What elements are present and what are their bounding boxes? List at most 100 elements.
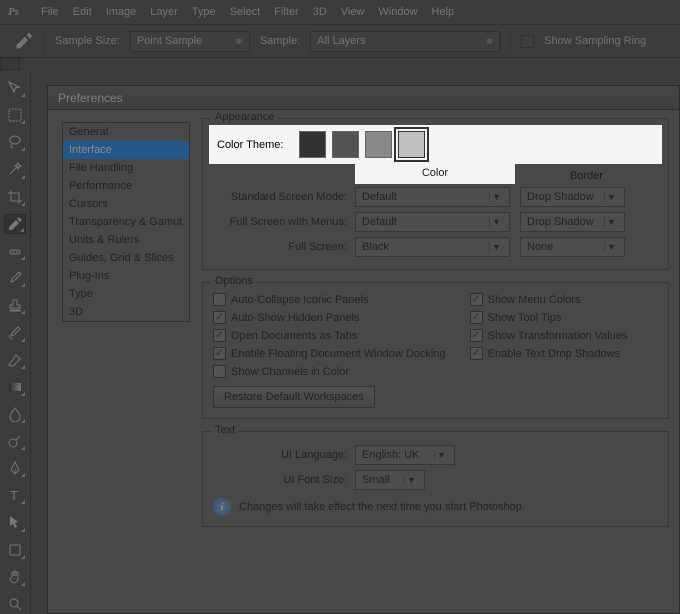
sample-size-dropdown[interactable]: Point Sample≑ — [130, 31, 250, 52]
ui-font-size-dropdown[interactable]: Small▼ — [355, 470, 425, 490]
show-sampling-ring-checkbox[interactable] — [521, 35, 534, 48]
checkbox-icon[interactable] — [213, 365, 226, 378]
menu-type[interactable]: Type — [192, 6, 216, 18]
opt-right-0[interactable]: ✓Show Menu Colors — [470, 293, 628, 306]
opt-left-2[interactable]: ✓ Open Documents as Tabs — [213, 329, 446, 342]
stamp-tool-icon[interactable] — [4, 295, 26, 315]
theme-swatch-light[interactable] — [398, 131, 425, 158]
blur-tool-icon[interactable] — [4, 404, 26, 424]
cat-3d[interactable]: 3D — [63, 303, 189, 321]
checkbox-label: Open Documents as Tabs — [231, 330, 357, 342]
window-titlebar[interactable]: Preferences — [48, 86, 679, 110]
ui-font-size-label: UI Font Size: — [213, 474, 355, 486]
checkbox-label: Enable Floating Document Window Docking — [231, 348, 446, 360]
fullscreen-label: Full Screen: — [213, 241, 355, 253]
checkbox-icon[interactable]: ✓ — [213, 311, 226, 324]
cat-performance[interactable]: Performance — [63, 177, 189, 195]
checkbox-label: Auto-Show Hidden Panels — [231, 312, 359, 324]
menu-window[interactable]: Window — [378, 6, 417, 18]
pen-tool-icon[interactable] — [4, 458, 26, 478]
checkbox-label: Enable Text Drop Shadows — [488, 348, 621, 360]
menu-view[interactable]: View — [341, 6, 365, 18]
menu-image[interactable]: Image — [106, 6, 137, 18]
checkbox-icon[interactable]: ✓ — [470, 347, 483, 360]
move-tool-icon[interactable] — [4, 78, 26, 98]
type-tool-icon[interactable]: T — [4, 485, 26, 505]
svg-text:T: T — [10, 488, 18, 503]
crop-tool-icon[interactable] — [4, 187, 26, 207]
tool-preset-icon[interactable] — [14, 31, 34, 51]
menu-layer[interactable]: Layer — [150, 6, 178, 18]
checkbox-icon[interactable]: ✓ — [213, 329, 226, 342]
appearance-legend: Appearance — [211, 111, 278, 123]
menu-file[interactable]: File — [41, 6, 59, 18]
checkbox-icon[interactable]: ✓ — [470, 293, 483, 306]
options-bar: Sample Size: Point Sample≑ Sample: All L… — [0, 25, 680, 58]
opt-right-1[interactable]: ✓ Show Tool Tips — [470, 311, 628, 324]
opt-left-1[interactable]: ✓ Auto-Show Hidden Panels — [213, 311, 446, 324]
cat-plugins[interactable]: Plug-Ins — [63, 267, 189, 285]
history-brush-icon[interactable] — [4, 322, 26, 342]
heal-tool-icon[interactable] — [4, 241, 26, 261]
text-legend: Text — [211, 424, 239, 436]
wand-tool-icon[interactable] — [4, 159, 26, 179]
cat-units[interactable]: Units & Rulers — [63, 231, 189, 249]
fullscreen-menus-label: Full Screen with Menus: — [213, 216, 355, 228]
fullscreen-border[interactable]: None▼ — [520, 237, 625, 257]
menu-help[interactable]: Help — [432, 6, 455, 18]
menu-edit[interactable]: Edit — [73, 6, 92, 18]
toolbar: T — [0, 72, 31, 614]
fullscreen-color[interactable]: Black▼ — [355, 237, 510, 257]
checkbox-label: Auto-Collapse Iconic Panels — [231, 294, 369, 306]
color-column-header: Color — [355, 164, 515, 184]
fullscreen-menus-color[interactable]: Default▼ — [355, 212, 510, 232]
cat-interface[interactable]: Interface — [63, 141, 189, 159]
theme-swatch-dark[interactable] — [299, 131, 326, 158]
eraser-tool-icon[interactable] — [4, 350, 26, 370]
gradient-tool-icon[interactable] — [4, 377, 26, 397]
opt-left-4[interactable]: Show Channels in Color — [213, 365, 446, 378]
sample-dropdown[interactable]: All Layers≑ — [310, 31, 500, 52]
opt-right-3[interactable]: ✓ Enable Text Drop Shadows — [470, 347, 628, 360]
cat-file-handling[interactable]: File Handling — [63, 159, 189, 177]
menu-bar: Ps File Edit Image Layer Type Select Fil… — [0, 0, 680, 25]
theme-swatch-medium-light[interactable] — [365, 131, 392, 158]
menu-filter[interactable]: Filter — [274, 6, 298, 18]
dodge-tool-icon[interactable] — [4, 431, 26, 451]
text-group: Text UI Language: English: UK▼ UI Font S… — [202, 431, 669, 527]
opt-left-0[interactable]: Auto-Collapse Iconic Panels — [213, 293, 446, 306]
checkbox-icon[interactable]: ✓ — [470, 311, 483, 324]
checkbox-label: Show Channels in Color — [231, 366, 349, 378]
lasso-tool-icon[interactable] — [4, 132, 26, 152]
fullscreen-menus-border[interactable]: Drop Shadow▼ — [520, 212, 625, 232]
restore-workspaces-button[interactable]: Restore Default Workspaces — [213, 386, 375, 408]
opt-right-2[interactable]: ✓Show Transformation Values — [470, 329, 628, 342]
theme-swatch-medium-dark[interactable] — [332, 131, 359, 158]
path-select-icon[interactable] — [4, 512, 26, 532]
checkbox-icon[interactable]: ✓ — [213, 347, 226, 360]
sample-size-label: Sample Size: — [55, 35, 120, 47]
eyedropper-tool-icon[interactable] — [4, 214, 26, 234]
standard-screen-color[interactable]: Default▼ — [355, 187, 510, 207]
menu-select[interactable]: Select — [230, 6, 261, 18]
cat-guides[interactable]: Guides, Grid & Slices — [63, 249, 189, 267]
marquee-tool-icon[interactable] — [4, 105, 26, 125]
brush-tool-icon[interactable] — [4, 268, 26, 288]
cat-cursors[interactable]: Cursors — [63, 195, 189, 213]
info-icon: i — [213, 498, 231, 516]
cat-general[interactable]: General — [63, 123, 189, 141]
cat-type[interactable]: Type — [63, 285, 189, 303]
menu-3d[interactable]: 3D — [313, 6, 327, 18]
sample-label: Sample: — [260, 35, 300, 47]
cat-transparency[interactable]: Transparency & Gamut — [63, 213, 189, 231]
checkbox-icon[interactable]: ✓ — [470, 329, 483, 342]
opt-left-3[interactable]: ✓ Enable Floating Document Window Docking — [213, 347, 446, 360]
zoom-tool-icon[interactable] — [4, 594, 26, 614]
checkbox-icon[interactable] — [213, 293, 226, 306]
hand-tool-icon[interactable] — [4, 567, 26, 587]
checkbox-label: Show Tool Tips — [488, 312, 562, 324]
toolbar-grip[interactable] — [0, 58, 20, 70]
shape-tool-icon[interactable] — [4, 540, 26, 560]
ui-language-dropdown[interactable]: English: UK▼ — [355, 445, 455, 465]
standard-screen-border[interactable]: Drop Shadow▼ — [520, 187, 625, 207]
